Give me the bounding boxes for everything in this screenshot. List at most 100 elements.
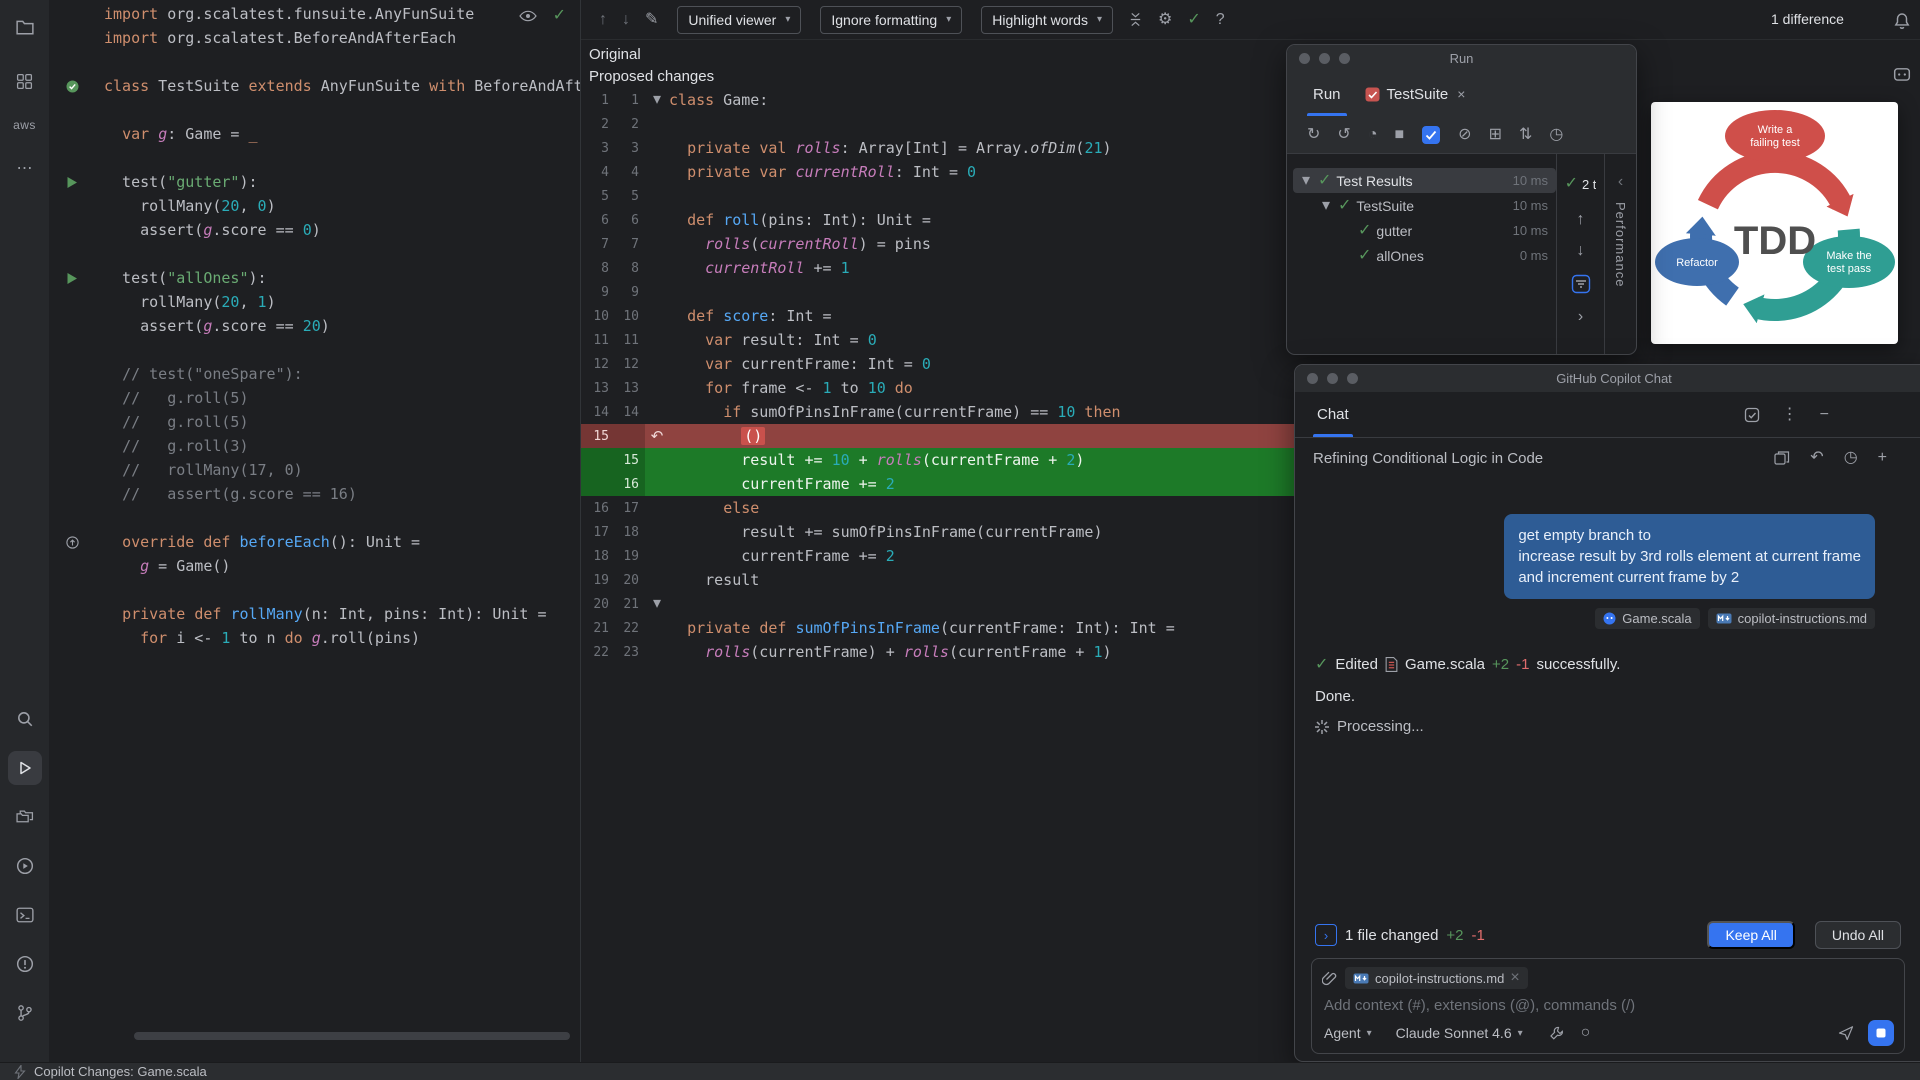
chat-input-box[interactable]: copilot-instructions.md × Agent ▾ Claude… [1311, 958, 1905, 1054]
chip-game-scala[interactable]: Game.scala [1595, 608, 1700, 629]
chev-down-icon[interactable]: ▾ [653, 92, 661, 108]
filter-box-icon[interactable] [1571, 274, 1591, 294]
prev-difference-icon[interactable]: ↑ [599, 11, 607, 28]
chev-right-icon[interactable]: › [1578, 309, 1583, 325]
collapse-unchanged-icon[interactable] [1128, 12, 1143, 27]
chat-thread-icons: ↶ ◷ + [1774, 450, 1887, 466]
test-editor-pane[interactable]: import org.scalatest.funsuite.AnyFunSuit… [49, 0, 580, 1062]
run-window-titlebar[interactable]: Run [1287, 45, 1636, 72]
check-green-icon: ✓ [1318, 171, 1332, 189]
chev-down-icon[interactable]: ▾ [653, 596, 661, 612]
minimize-icon[interactable]: − [1820, 406, 1829, 423]
structure-icon[interactable] [8, 64, 42, 98]
test-tree-row[interactable]: ✓ gutter 10 ms [1293, 218, 1556, 243]
undo-icon[interactable]: ↶ [1810, 450, 1823, 466]
toggle-auto-test-icon[interactable]: ◔ [1368, 126, 1378, 143]
editor-gutter[interactable] [59, 272, 85, 285]
run-test-icon[interactable] [66, 176, 78, 189]
tab-chat[interactable]: Chat [1313, 392, 1353, 437]
agent-mode-selector[interactable]: Agent ▾ [1324, 1025, 1372, 1041]
settings-icon[interactable]: ⚙ [1158, 11, 1172, 28]
chat-prompt-input[interactable] [1324, 997, 1892, 1014]
select-edits-icon[interactable] [1744, 407, 1760, 423]
tools-icon[interactable] [1549, 1025, 1565, 1041]
stop-generating-icon[interactable] [1868, 1020, 1894, 1046]
next-difference-icon[interactable]: ↓ [622, 11, 630, 28]
window-controls[interactable] [1307, 373, 1358, 384]
edit-icon[interactable]: ✎ [645, 11, 658, 28]
terminal-icon[interactable] [8, 898, 42, 932]
more-icon[interactable]: ⋯ [8, 152, 42, 186]
kebab-icon[interactable]: ⋮ [1782, 406, 1798, 423]
editor-gutter[interactable] [59, 535, 85, 549]
editor-gutter[interactable] [59, 176, 85, 189]
performance-tab-label[interactable]: Performance [1613, 202, 1628, 287]
undo-all-button[interactable]: Undo All [1814, 921, 1901, 949]
send-icon[interactable] [1838, 1025, 1854, 1041]
rerun-icon[interactable]: ↻ [1307, 126, 1320, 143]
test-tree-row[interactable]: ▾ ✓ Test Results 10 ms [1293, 168, 1556, 193]
arrow-down-icon[interactable]: ↓ [1577, 243, 1585, 259]
ai-assistant-icon[interactable] [1893, 66, 1911, 84]
help-icon[interactable]: ? [1216, 11, 1225, 28]
expand-all-icon[interactable]: ⊞ [1489, 126, 1502, 143]
search-icon[interactable] [8, 702, 42, 736]
viewer-mode-dropdown[interactable]: Unified viewer ▾ [677, 5, 802, 34]
override-marker-icon[interactable] [65, 535, 79, 549]
sort-tests-icon[interactable]: ⇅ [1519, 126, 1532, 143]
paperclip-icon[interactable] [1322, 971, 1337, 986]
problems-icon[interactable] [8, 947, 42, 981]
arrow-up-icon[interactable]: ↑ [1577, 212, 1585, 228]
run-tool-window: Run Run TestSuite × ↻ ↺ ◔ ■ ⊘ ⊞ ⇅ ◷ ▾ ✓ Test Resu… [1286, 44, 1637, 355]
keep-all-button[interactable]: Keep All [1707, 921, 1795, 949]
chat-window-titlebar[interactable]: GitHub Copilot Chat [1295, 365, 1920, 392]
test-tree-row[interactable]: ✓ allOnes 0 ms [1293, 243, 1556, 268]
folder-icon[interactable] [8, 10, 42, 44]
editor-gutter[interactable] [59, 80, 85, 93]
chev-down-icon[interactable]: ▾ [1302, 172, 1310, 189]
new-chat-icon[interactable]: + [1878, 450, 1887, 466]
run-active-icon[interactable] [7, 751, 42, 785]
expand-changes-button[interactable]: › [1315, 924, 1337, 946]
show-passed-active-icon[interactable] [1421, 125, 1441, 145]
horizontal-scrollbar[interactable] [134, 1032, 570, 1040]
context-chip[interactable]: copilot-instructions.md × [1345, 967, 1528, 989]
history-icon[interactable]: ◷ [1844, 450, 1858, 466]
remove-context-icon[interactable]: × [1510, 970, 1519, 986]
compare-icon[interactable] [1774, 450, 1790, 466]
formatting-dropdown[interactable]: Ignore formatting ▾ [820, 5, 963, 34]
editor-line: test("gutter"): [49, 170, 580, 194]
chip-copilot-instructions[interactable]: copilot-instructions.md [1707, 608, 1875, 629]
chev-down-icon[interactable]: ▾ [1322, 197, 1330, 214]
chat-input-footer: Agent ▾ Claude Sonnet 4.6 ▾ ○ [1324, 1020, 1894, 1046]
performance-tab-strip[interactable]: ‹ Performance [1604, 154, 1636, 354]
editor-line: var g: Game = _ [122, 125, 258, 143]
loop-icon[interactable]: ○ [1581, 1025, 1591, 1041]
run-test-icon[interactable] [66, 272, 78, 285]
stop-icon[interactable]: ■ [1394, 126, 1404, 143]
project-stack-icon[interactable] [8, 800, 42, 834]
lines-added: +2 [1492, 656, 1510, 673]
bell-icon[interactable] [1893, 12, 1911, 30]
history-icon[interactable]: ◷ [1549, 126, 1563, 143]
tab-run[interactable]: Run [1301, 72, 1353, 116]
chevron-left-icon[interactable]: ‹ [1618, 174, 1623, 190]
window-controls[interactable] [1299, 53, 1350, 64]
svg-text:Make the: Make the [1826, 250, 1871, 262]
tab-testsuite[interactable]: TestSuite × [1353, 72, 1478, 116]
run-class-icon[interactable] [66, 80, 79, 93]
rerun-failed-icon[interactable]: ↺ [1337, 126, 1350, 143]
apply-changes-icon[interactable]: ✓ [1187, 11, 1200, 28]
git-branch-icon[interactable] [8, 996, 42, 1030]
services-icon[interactable] [8, 849, 42, 883]
highlight-dropdown[interactable]: Highlight words ▾ [981, 5, 1113, 34]
model-selector[interactable]: Claude Sonnet 4.6 ▾ [1396, 1025, 1523, 1041]
show-ignored-icon[interactable]: ⊘ [1458, 126, 1471, 143]
test-tree-row[interactable]: ▾ ✓ TestSuite 10 ms [1293, 193, 1556, 218]
revert-change-icon[interactable]: ↶ [651, 429, 664, 444]
close-tab-icon[interactable]: × [1457, 87, 1465, 101]
aws-label[interactable]: aws [13, 118, 36, 132]
